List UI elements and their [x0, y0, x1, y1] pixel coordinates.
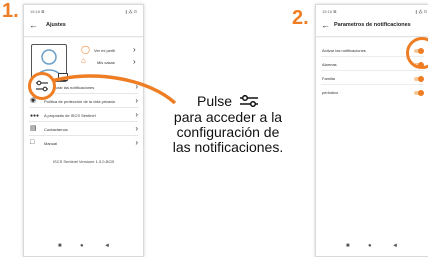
toggle-knob — [418, 76, 424, 82]
callout-line-2: para acceder a la — [173, 108, 283, 125]
setting-label: Activar las notificaciones — [322, 48, 366, 53]
callout-line-1: Pulse — [168, 94, 288, 110]
status-bar: 15:16 ⊠ ∦ ⁂ ⊡ — [322, 9, 427, 14]
setting-row-periodic: periódico — [316, 87, 428, 99]
setting-label: Familia — [322, 76, 335, 81]
toggle-knob — [418, 90, 424, 96]
sliders-icon — [36, 80, 48, 92]
callout-line-3: configuración de — [176, 123, 280, 140]
recent-apps-icon[interactable]: ■ — [346, 243, 350, 249]
status-time: 15:16 ⊠ — [322, 9, 337, 14]
home-icon[interactable]: ● — [368, 243, 372, 249]
instruction-callout: Pulse para acceder a la configuración de… — [168, 94, 288, 155]
back-triangle-icon[interactable]: ◄ — [392, 243, 398, 249]
setting-row-family: Familia — [316, 73, 428, 85]
divider — [321, 70, 424, 71]
page-title: Parametros de notificaciones — [334, 22, 411, 28]
setting-label: Alarmas — [322, 62, 337, 67]
divider — [321, 84, 424, 85]
callout-word: Pulse — [197, 93, 233, 109]
app-bar: ← Parametros de notificaciones — [316, 18, 428, 36]
setting-label: periódico — [322, 90, 339, 95]
toggle-family[interactable] — [414, 76, 424, 82]
android-nav-bar: ■ ● ◄ — [316, 243, 428, 253]
status-icons: ∦ ⁂ ⊡ — [415, 9, 427, 14]
sliders-icon — [239, 94, 259, 110]
back-arrow-icon[interactable]: ← — [321, 20, 330, 30]
callout-curve — [47, 74, 177, 105]
callout-line-4: las notificaciones. — [172, 138, 284, 155]
toggle-periodic[interactable] — [414, 90, 424, 96]
highlighted-notifications-button[interactable] — [28, 72, 56, 100]
